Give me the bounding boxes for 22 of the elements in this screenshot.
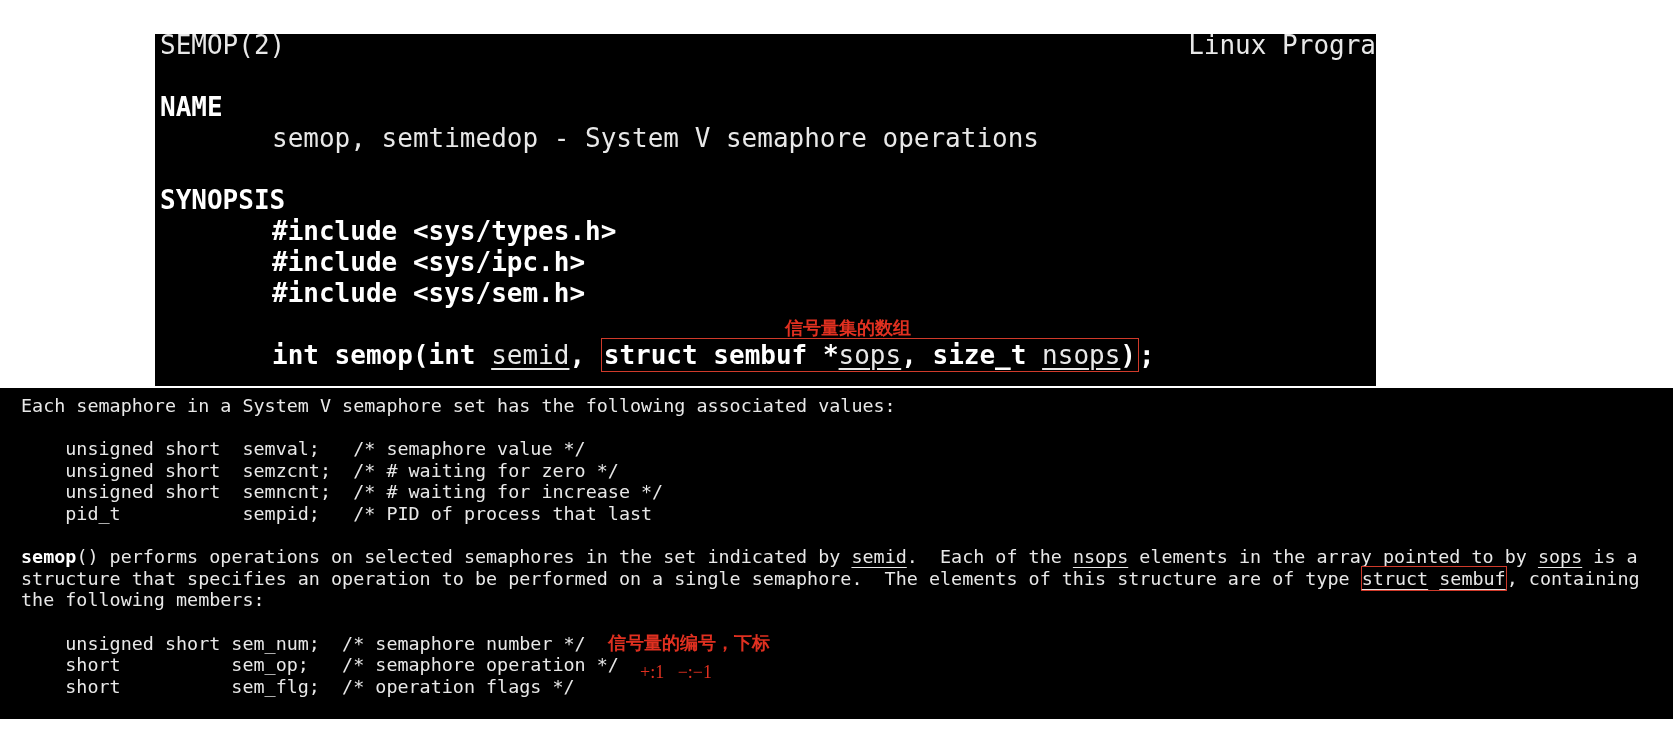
section-heading: NAME: [160, 92, 223, 122]
man-page-text: unsigned short semzcnt; /* # waiting for zero */: [64, 459, 619, 482]
man-page-text: Each semaphore in a System V semaphore set has the following associated values:: [21, 395, 896, 417]
man-page-text: the following members:: [21, 589, 265, 611]
page-header-text: Linux Progra: [1188, 34, 1376, 61]
man-page-text: structure that specifies an operation to be performed on a single semaphore. The elements of this structure are of type struct sembuf, containing: [21, 567, 1640, 590]
annotation-text: 信号量的编号，下标: [607, 632, 770, 655]
page-header-text: SEMOP(2): [160, 34, 286, 61]
man-page-text: #include <sys/sem.h>: [272, 278, 586, 309]
man-page-text: #include <sys/types.h>: [272, 216, 617, 247]
man-page-text: short sem_flg; /* operation flags */: [64, 675, 575, 698]
man-page-text: unsigned short semval; /* semaphore value */: [64, 438, 586, 460]
man-page-text: unsigned short sem_num; /* semaphore number */: [64, 632, 586, 655]
man-page-text: pid_t sempid; /* PID of process that last: [64, 502, 653, 525]
man-page-text: #include <sys/ipc.h>: [272, 247, 586, 278]
man-page-text: unsigned short semncnt; /* # waiting for increase */: [64, 481, 664, 503]
section-heading: SYNOPSIS: [160, 185, 286, 215]
man-page-text: short sem_op; /* semaphore operation */: [64, 654, 619, 676]
annotation-text: +:1 −:−1: [640, 662, 712, 684]
man-page-text: semop() performs operations on selected semaphores in the set indicated by semid. Each of the nsops elements in the array pointed to by sops is a: [21, 546, 1638, 568]
annotation-text: 信号量集的数组: [785, 317, 911, 340]
man-page-text: semop, semtimedop - System V semaphore operations: [272, 123, 1039, 154]
